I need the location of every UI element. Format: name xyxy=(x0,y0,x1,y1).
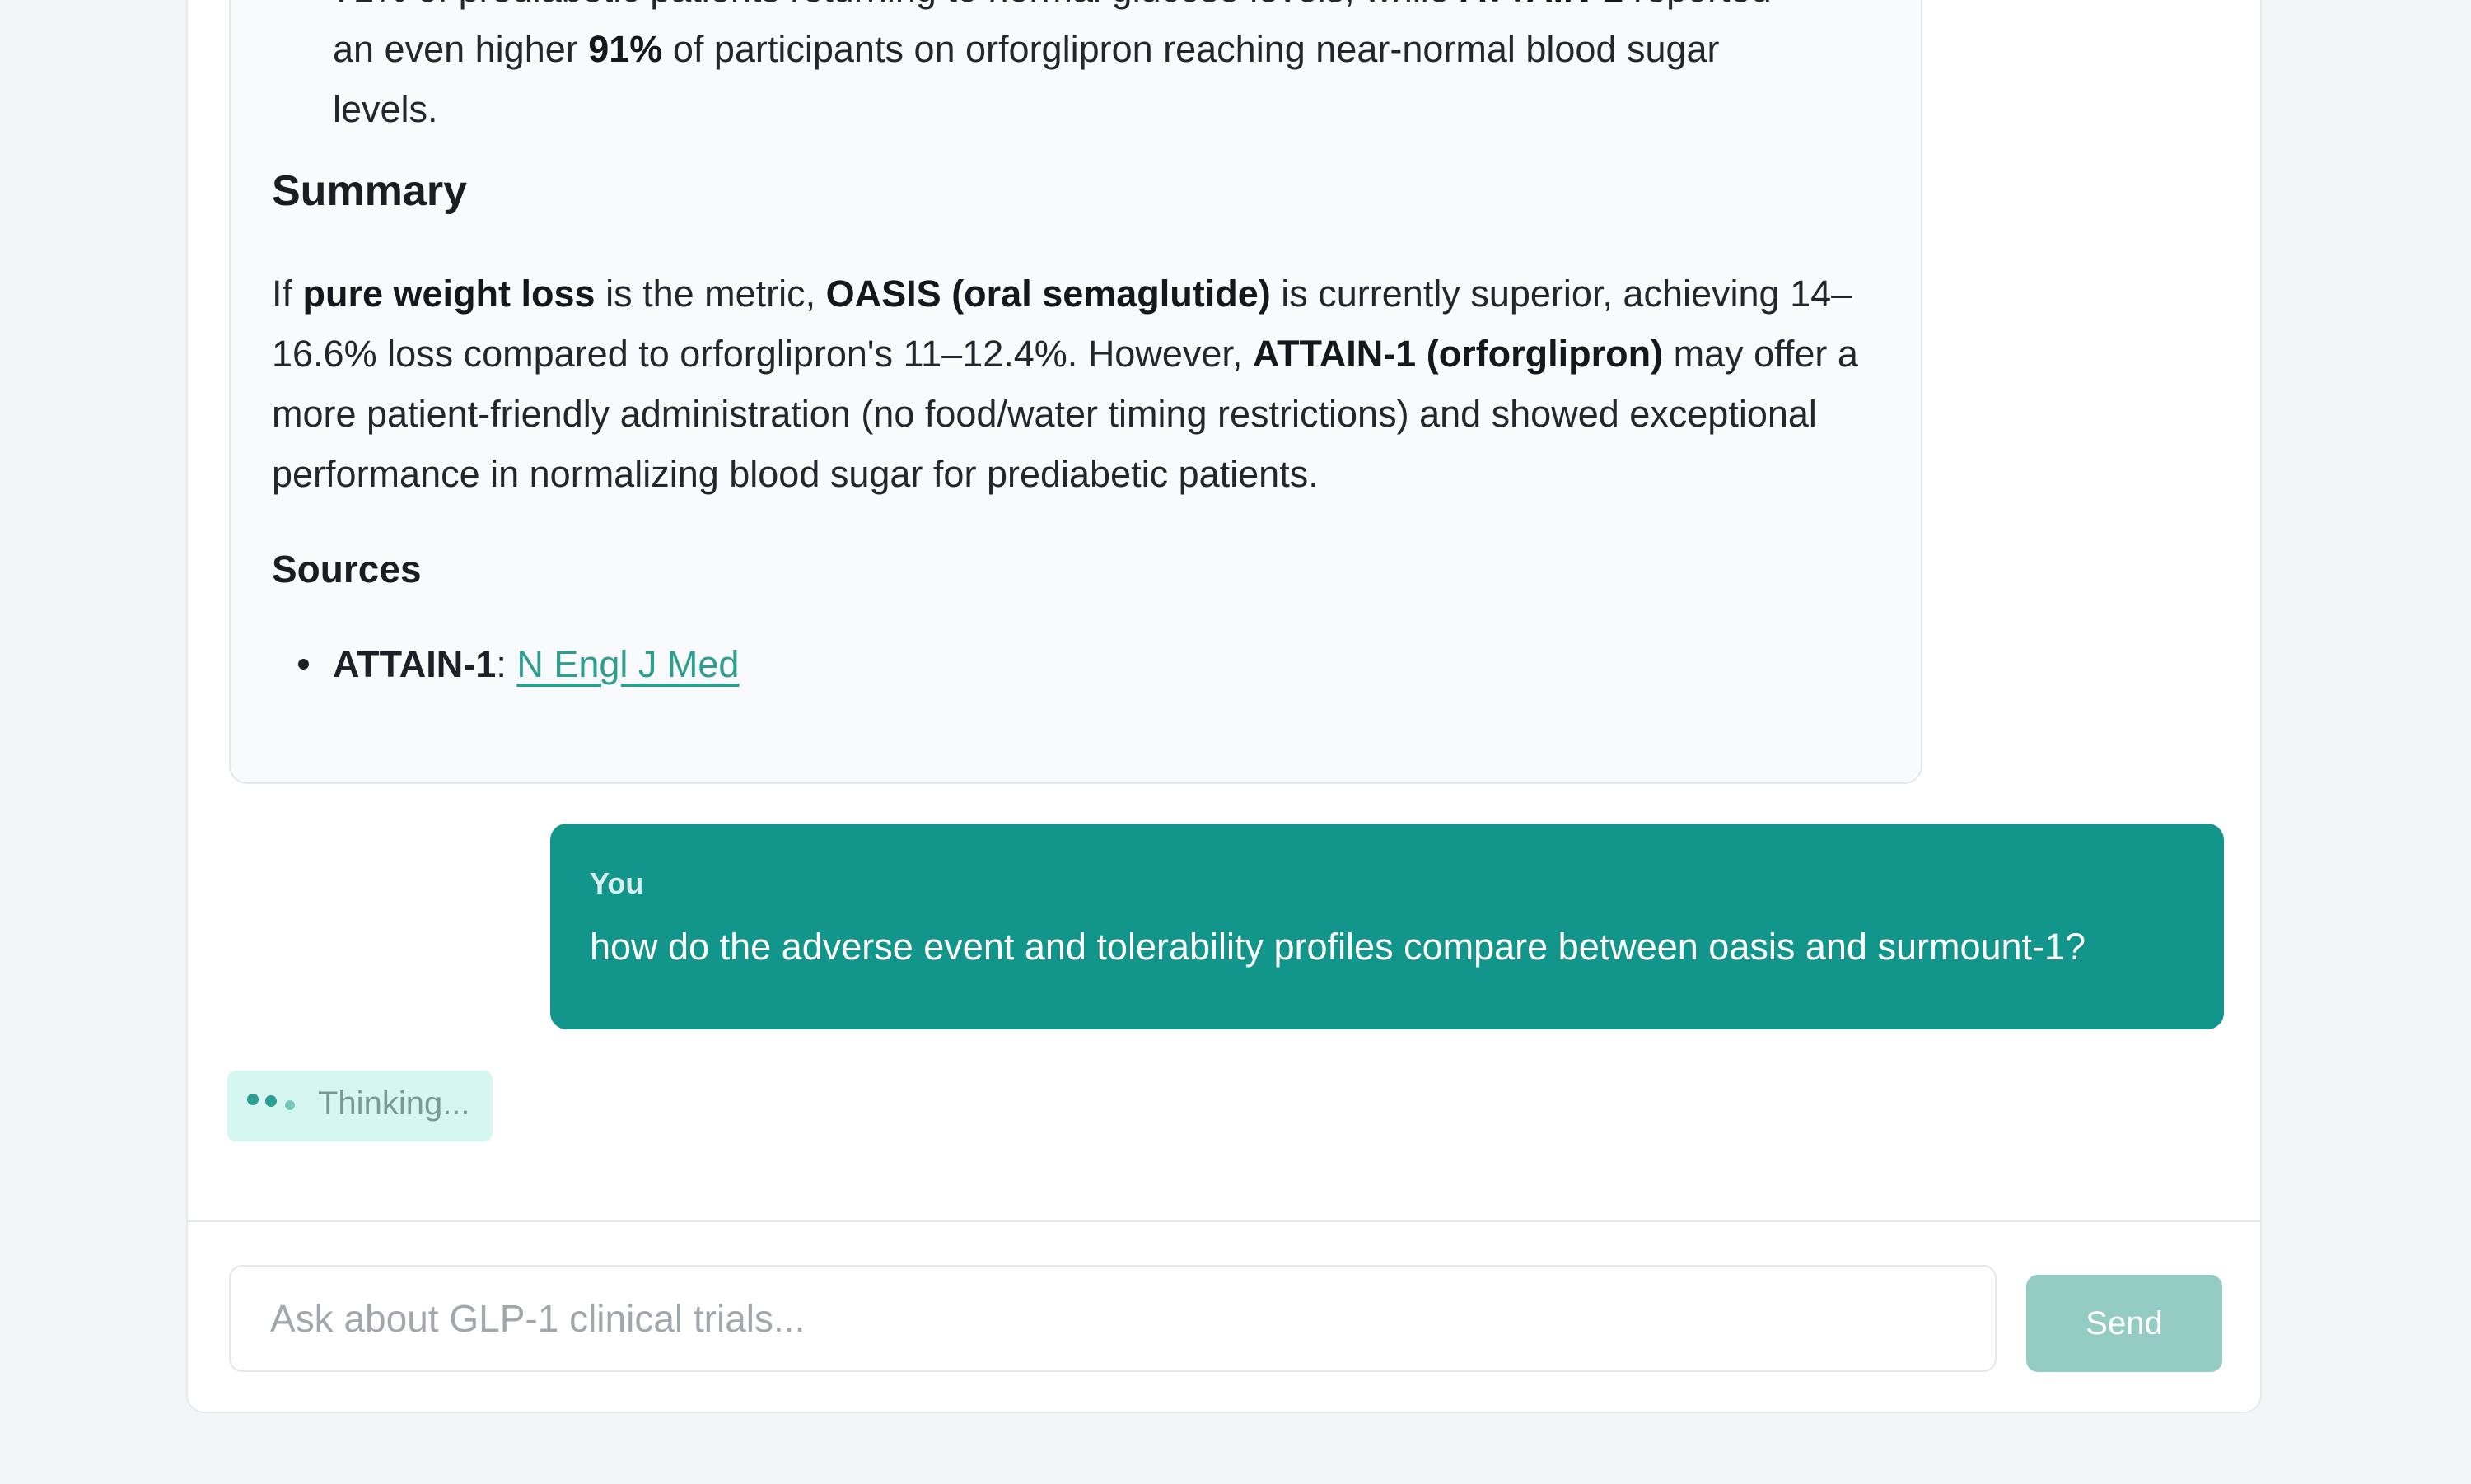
sources-heading: Sources xyxy=(272,548,422,590)
thinking-indicator: Thinking... xyxy=(227,1071,493,1141)
paragraph-line: 71% of prediabetic patients returning to… xyxy=(333,0,1898,19)
thinking-text: Thinking... xyxy=(318,1085,470,1122)
source-label: ATTAIN-1 xyxy=(333,643,497,685)
user-message: You how do the adverse event and tolerab… xyxy=(550,824,2224,1029)
sources-list: ATTAIN-1: N Engl J Med xyxy=(298,634,739,694)
user-message-text: how do the adverse event and tolerabilit… xyxy=(590,926,2086,968)
typing-dot-icon xyxy=(247,1094,259,1105)
chat-panel: 71% of prediabetic patients returning to… xyxy=(186,0,2262,1413)
source-link[interactable]: N Engl J Med xyxy=(516,643,739,685)
send-button[interactable]: Send xyxy=(2026,1275,2222,1372)
typing-dot-icon xyxy=(285,1100,295,1110)
summary-heading: Summary xyxy=(272,167,467,215)
paragraph-line: levels. xyxy=(333,88,438,130)
typing-dot-icon xyxy=(265,1095,277,1107)
composer-divider xyxy=(188,1220,2260,1222)
bullet-icon xyxy=(298,659,309,670)
source-item: ATTAIN-1: N Engl J Med xyxy=(298,634,739,694)
assistant-paragraph: 71% of prediabetic patients returning to… xyxy=(333,0,1898,139)
sender-label: You xyxy=(590,866,644,900)
paragraph-line: an even higher 91% of participants on or… xyxy=(333,28,1720,70)
summary-paragraph: If pure weight loss is the metric, OASIS… xyxy=(272,273,1858,495)
assistant-message: 71% of prediabetic patients returning to… xyxy=(229,0,1922,784)
message-input[interactable] xyxy=(229,1265,1997,1372)
